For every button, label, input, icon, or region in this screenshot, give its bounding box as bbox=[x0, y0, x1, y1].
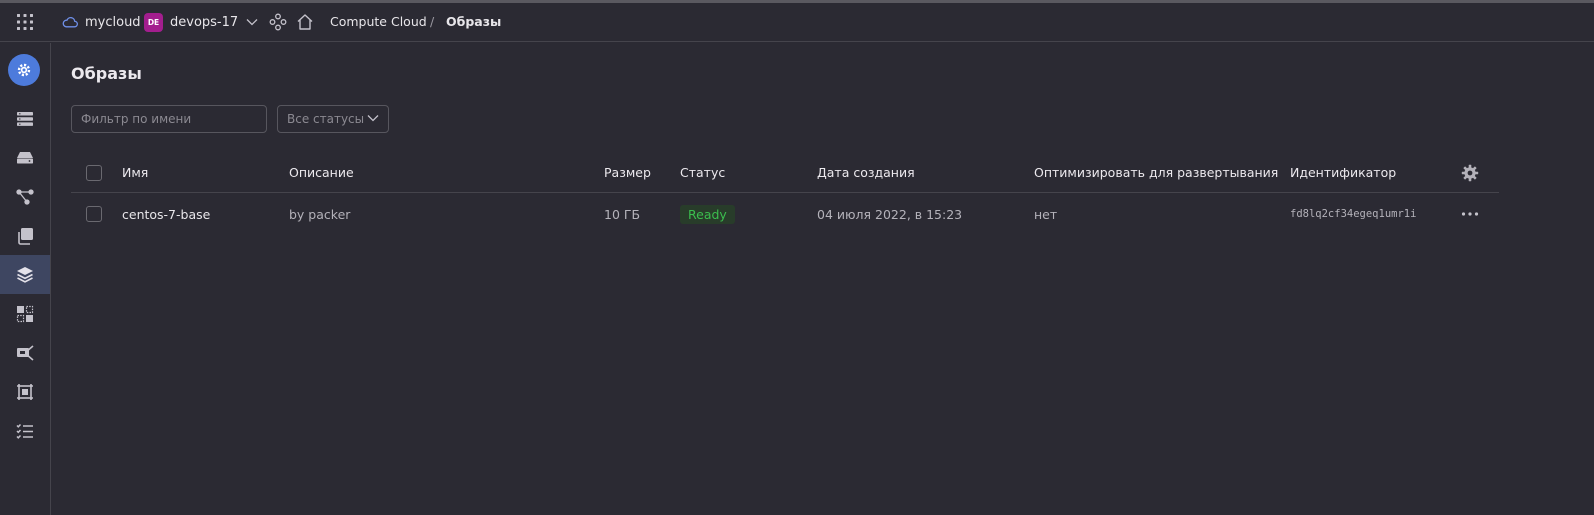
chevron-down-icon bbox=[367, 114, 379, 122]
image-created: 04 июля 2022, в 15:23 bbox=[817, 206, 963, 222]
column-size[interactable]: Размер bbox=[604, 153, 651, 192]
top-header: mycloud DE devops-17 Compute Cloud / Обр… bbox=[0, 3, 1594, 42]
sidebar-item-images[interactable] bbox=[0, 255, 50, 294]
table-header: Имя Описание Размер Статус Дата создания… bbox=[71, 153, 1499, 193]
sidebar-item-instance-groups[interactable] bbox=[0, 372, 50, 411]
images-table: Имя Описание Размер Статус Дата создания… bbox=[71, 153, 1499, 235]
image-name[interactable]: centos-7-base bbox=[122, 193, 210, 235]
sidebar-item-operations[interactable] bbox=[0, 411, 50, 450]
network-icon bbox=[16, 188, 34, 205]
operations-icon bbox=[16, 423, 34, 439]
folder-badge: DE bbox=[144, 12, 163, 32]
column-status[interactable]: Статус bbox=[680, 153, 725, 192]
gpu-icon bbox=[16, 344, 34, 361]
folder-name: devops-17 bbox=[170, 14, 239, 30]
sidebar-item-servers[interactable] bbox=[0, 99, 50, 138]
name-filter-input[interactable] bbox=[71, 105, 267, 133]
sidebar bbox=[0, 43, 51, 515]
apps-grid-icon[interactable] bbox=[0, 3, 50, 41]
gear-icon[interactable] bbox=[1461, 153, 1479, 192]
compute-gear-icon[interactable] bbox=[8, 54, 40, 86]
image-id: fd8lq2cf34egeq1umr1i bbox=[1290, 208, 1417, 220]
status-badge: Ready bbox=[680, 204, 735, 224]
breadcrumb-current: Образы bbox=[446, 14, 502, 29]
chevron-down-icon[interactable] bbox=[246, 18, 258, 26]
server-icon bbox=[16, 111, 34, 127]
column-description[interactable]: Описание bbox=[289, 153, 354, 192]
sidebar-item-gpu-clusters[interactable] bbox=[0, 333, 50, 372]
sidebar-item-networks[interactable] bbox=[0, 177, 50, 216]
column-name[interactable]: Имя bbox=[122, 153, 148, 192]
breadcrumb-service[interactable]: Compute Cloud bbox=[330, 14, 427, 29]
page-title: Образы bbox=[71, 64, 142, 83]
breadcrumb-separator: / bbox=[430, 14, 435, 29]
sidebar-item-placement-groups[interactable] bbox=[0, 294, 50, 333]
home-icon[interactable] bbox=[295, 12, 315, 32]
nodes-icon[interactable] bbox=[268, 12, 288, 32]
images-icon bbox=[16, 266, 34, 284]
image-description: by packer bbox=[289, 206, 351, 222]
status-filter-value: Все статусы bbox=[287, 112, 365, 126]
status-filter-select[interactable]: Все статусы bbox=[277, 105, 389, 133]
image-size: 10 ГБ bbox=[604, 206, 641, 222]
table-row[interactable]: centos-7-base by packer 10 ГБ Ready 04 и… bbox=[71, 193, 1499, 235]
row-checkbox[interactable] bbox=[86, 206, 102, 222]
column-created[interactable]: Дата создания bbox=[817, 153, 915, 192]
select-all-checkbox[interactable] bbox=[86, 164, 102, 181]
more-icon[interactable] bbox=[1461, 193, 1479, 235]
cloud-icon bbox=[62, 16, 78, 28]
disk-icon bbox=[16, 151, 34, 165]
column-optimize[interactable]: Оптимизировать для развертывания bbox=[1034, 153, 1278, 192]
image-optimize: нет bbox=[1034, 206, 1058, 222]
snapshots-icon bbox=[16, 227, 34, 245]
column-id[interactable]: Идентификатор bbox=[1290, 153, 1396, 192]
folder-selector[interactable]: DE devops-17 bbox=[144, 11, 258, 33]
sidebar-item-snapshots[interactable] bbox=[0, 216, 50, 255]
cloud-name: mycloud bbox=[85, 14, 141, 30]
instance-group-icon bbox=[16, 383, 34, 401]
cloud-selector[interactable]: mycloud bbox=[62, 11, 141, 33]
placement-icon bbox=[16, 305, 34, 323]
sidebar-item-disks[interactable] bbox=[0, 138, 50, 177]
